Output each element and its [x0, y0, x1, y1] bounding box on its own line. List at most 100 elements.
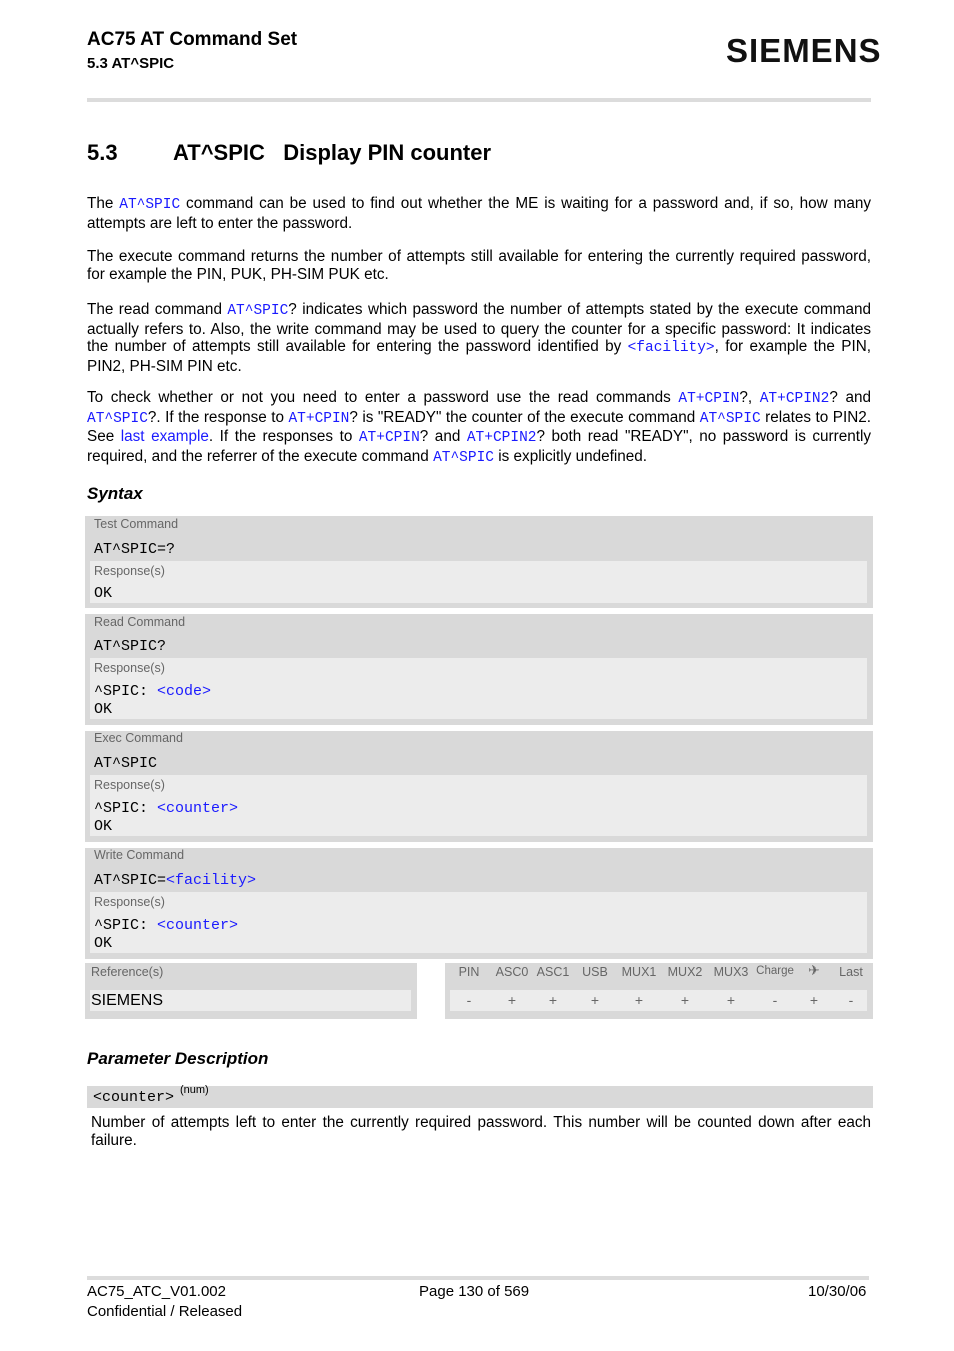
command: AT^SPIC=?: [94, 541, 175, 558]
column-header: ASC0: [495, 965, 529, 979]
reference-label: Reference(s): [91, 965, 164, 979]
parameter-description-heading: Parameter Description: [87, 1049, 269, 1068]
parameter-description: Number of attempts left to enter the cur…: [91, 1114, 871, 1149]
footer-page: Page 130 of 569: [419, 1283, 530, 1300]
text: The execute command returns the number o…: [87, 248, 871, 283]
command: AT^SPIC: [94, 755, 158, 772]
column-value: -: [772, 992, 778, 1008]
counter-param-link[interactable]: <counter>: [157, 800, 238, 817]
siemens-logo: SIEMENS: [726, 32, 882, 69]
exec-command-block: Exec Command AT^SPIC Response(s) ^SPIC: …: [85, 731, 873, 842]
command-link[interactable]: AT^SPIC: [700, 411, 761, 427]
block-label: Test Command: [94, 517, 179, 531]
column-value: -: [466, 992, 472, 1008]
footer-status: Confidential / Released: [87, 1303, 243, 1320]
command-link[interactable]: AT^SPIC: [433, 450, 494, 466]
command-link[interactable]: AT+CPIN2: [760, 391, 830, 407]
text: command can be used to find out whether …: [87, 195, 871, 232]
response-ok: OK: [94, 935, 113, 952]
response-ok: OK: [94, 818, 113, 835]
text: ?. If the response to: [147, 408, 289, 426]
command-link[interactable]: AT^SPIC: [227, 303, 288, 319]
counter-param-link[interactable]: <counter>: [157, 917, 238, 934]
response-line: OK: [94, 585, 113, 602]
command-link[interactable]: AT+CPIN: [359, 430, 420, 446]
column-header: MUX2: [667, 965, 703, 979]
response-line: ^SPIC: <counter>: [94, 917, 238, 934]
section-title: AT^SPIC Display PIN counter: [173, 140, 492, 165]
interface-table: PIN ASC0 ASC1 USB MUX1 MUX2 MUX3 Charge ✈ Last - +…: [445, 962, 873, 1019]
command: AT^SPIC=<facility>: [94, 872, 256, 889]
interface-values-row: - + + + + + + - + -: [450, 990, 867, 1011]
response-label: Response(s): [94, 778, 165, 792]
footer-doc-id: AC75_ATC_V01.002: [87, 1283, 226, 1300]
response-area: Response(s) ^SPIC: <counter> OK: [90, 775, 867, 836]
response-prefix: ^SPIC:: [94, 917, 158, 934]
column-value: +: [809, 992, 819, 1008]
response-area: Response(s) OK: [90, 561, 867, 603]
write-command-block: Write Command AT^SPIC=<facility> Respons…: [85, 848, 873, 959]
column-header: MUX1: [621, 965, 657, 979]
header-rule: [87, 98, 871, 102]
response-area: Response(s) ^SPIC: <code> OK: [90, 658, 867, 719]
response-line: ^SPIC: <counter>: [94, 800, 238, 817]
command-link[interactable]: <facility>: [628, 340, 715, 356]
text: ? and: [419, 428, 467, 445]
paragraph: The execute command returns the number o…: [87, 248, 871, 283]
column-value: +: [680, 992, 690, 1008]
footer-date: 10/30/06: [808, 1283, 867, 1300]
column-header: ASC1: [536, 965, 570, 979]
paragraph: The AT^SPIC command can be used to find …: [87, 195, 871, 232]
command-link[interactable]: AT^SPIC: [87, 411, 148, 427]
response-area: Response(s) ^SPIC: <counter> OK: [90, 892, 867, 953]
airplane-icon: ✈: [808, 962, 820, 978]
footer-rule: [87, 1276, 869, 1280]
doc-title: AC75 AT Command Set: [87, 29, 298, 50]
block-label: Read Command: [94, 615, 186, 629]
page: AC75 AT Command Set 5.3 AT^SPIC SIEMENS …: [0, 0, 954, 1351]
column-value: -: [848, 992, 854, 1008]
response-prefix: ^SPIC:: [94, 683, 158, 700]
response-label: Response(s): [94, 895, 165, 909]
command-link[interactable]: AT+CPIN: [678, 391, 739, 407]
doc-subtitle: 5.3 AT^SPIC: [87, 55, 175, 72]
column-header: PIN: [458, 965, 480, 979]
response-label: Response(s): [94, 661, 165, 675]
parameter-type: (num): [180, 1084, 209, 1096]
text: The: [87, 195, 120, 212]
command-link[interactable]: AT^SPIC: [119, 197, 180, 213]
command-text: AT^SPIC=: [94, 872, 167, 889]
section-number: 5.3: [87, 140, 118, 165]
text: ? and: [829, 389, 871, 406]
parameter-header: <counter> (num): [87, 1084, 873, 1108]
response-label: Response(s): [94, 564, 165, 578]
column-value: +: [726, 992, 736, 1008]
text: is explicitly undefined.: [494, 447, 648, 465]
text: ?,: [739, 389, 760, 406]
text: To check whether or not you need to ente…: [87, 389, 679, 406]
command-link[interactable]: AT+CPIN2: [467, 430, 537, 446]
column-header: Last: [839, 965, 863, 979]
block-label: Write Command: [94, 848, 185, 862]
read-command-block: Read Command AT^SPIC? Response(s) ^SPIC:…: [85, 614, 873, 725]
code-param-link[interactable]: <code>: [157, 683, 211, 700]
parameter-name: <counter>: [93, 1089, 175, 1106]
block-label: Exec Command: [94, 731, 183, 745]
response-line: ^SPIC: <code>: [94, 683, 211, 700]
command-link[interactable]: last example: [121, 428, 209, 445]
test-command-block: Test Command AT^SPIC=? Response(s) OK: [85, 516, 873, 608]
column-header: USB: [582, 965, 608, 979]
text: The read command: [87, 301, 228, 318]
text: . If the responses to: [208, 428, 359, 445]
syntax-heading: Syntax: [87, 484, 143, 503]
facility-param-link[interactable]: <facility>: [166, 872, 256, 889]
command-link[interactable]: AT+CPIN: [288, 411, 349, 427]
column-value: +: [590, 992, 600, 1008]
reference-box: Reference(s) SIEMENS: [85, 963, 417, 1019]
text: ? is "READY" the counter of the execute …: [349, 408, 700, 426]
command: AT^SPIC?: [94, 638, 167, 655]
response-ok: OK: [94, 701, 113, 718]
column-header: MUX3: [713, 965, 749, 979]
column-value: +: [548, 992, 558, 1008]
reference-value: SIEMENS: [90, 990, 411, 1011]
